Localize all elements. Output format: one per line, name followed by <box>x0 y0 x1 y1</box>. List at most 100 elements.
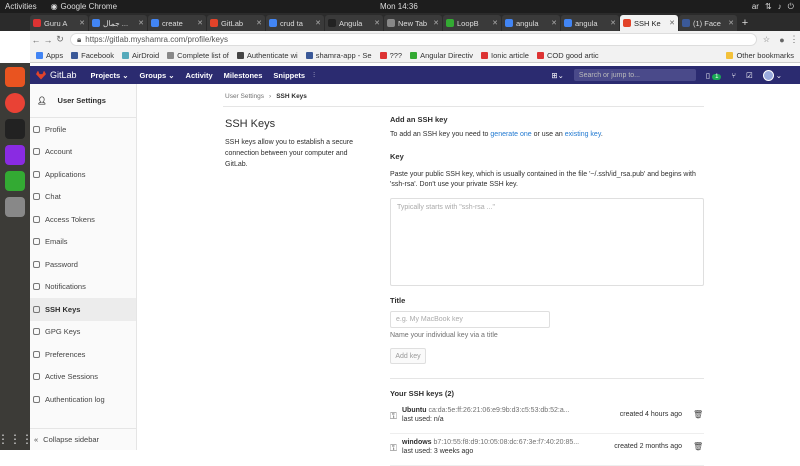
profile-icon[interactable]: ● <box>776 35 788 45</box>
merge-requests-icon[interactable]: ⑂ <box>731 71 736 80</box>
forward-icon[interactable]: → <box>42 35 54 45</box>
ubuntu-software-icon[interactable] <box>5 67 25 87</box>
show-apps-icon[interactable]: ⋮⋮⋮ <box>0 432 33 446</box>
close-tab-icon[interactable]: ✕ <box>138 19 144 27</box>
phpstorm-icon[interactable] <box>5 145 25 165</box>
ssh-key-row[interactable]: ⚿ windows b7:10:55:f8:d9:10:05:08:dc:67:3… <box>390 434 704 466</box>
tab-3[interactable]: GitLab ✕ <box>207 15 265 31</box>
sidebar-item-chat[interactable]: Chat <box>30 186 136 209</box>
bookmark-7[interactable]: Angular Directiv <box>410 51 473 60</box>
issues-icon[interactable]: ☑ <box>746 71 753 80</box>
sidebar-item-applications[interactable]: Applications <box>30 163 136 186</box>
nav-menu-1[interactable]: Groups ⌄ <box>140 71 175 80</box>
sidebar-item-emails[interactable]: Emails <box>30 231 136 254</box>
bookmark-6[interactable]: ??? <box>379 51 402 60</box>
reload-icon[interactable]: ↻ <box>54 34 66 45</box>
bookmark-2[interactable]: AirDroid <box>122 51 159 60</box>
menu-icon[interactable]: ⋮ <box>788 34 800 45</box>
key-created: created 4 hours ago <box>619 411 682 418</box>
admin-area-icon[interactable]: ⫶ <box>313 70 315 80</box>
sidebar-item-account[interactable]: Account <box>30 141 136 164</box>
close-tab-icon[interactable]: ✕ <box>197 19 203 27</box>
close-tab-icon[interactable]: ✕ <box>256 19 262 27</box>
breadcrumb-current[interactable]: SSH Keys <box>276 93 307 100</box>
close-tab-icon[interactable]: ✕ <box>433 19 439 27</box>
close-tab-icon[interactable]: ✕ <box>728 19 734 27</box>
tab-1[interactable]: جمال ... ✕ <box>89 15 147 31</box>
tab-8[interactable]: angula ✕ <box>502 15 560 31</box>
tab-6[interactable]: New Tab ✕ <box>384 15 442 31</box>
existing-key-link[interactable]: existing key <box>565 131 601 138</box>
bookmark-star-icon[interactable]: ☆ <box>763 35 770 44</box>
drive-icon[interactable] <box>5 197 25 217</box>
key-name[interactable]: Ubuntu <box>402 407 427 414</box>
sidebar-item-profile[interactable]: Profile <box>30 118 136 141</box>
sidebar-item-password[interactable]: Password <box>30 253 136 276</box>
bookmark-8[interactable]: Ionic article <box>481 51 529 60</box>
nav-menu-3[interactable]: Milestones <box>224 71 263 80</box>
trash-icon[interactable]: 🗑︎ <box>693 410 703 419</box>
collapse-sidebar-button[interactable]: « Collapse sidebar <box>30 428 137 450</box>
app-menu[interactable]: ◉ Google Chrome <box>51 2 117 11</box>
page-title: SSH Keys <box>225 118 276 130</box>
ssh-key-row[interactable]: ⚿ Ubuntu ca:da:5e:ff:26:21:06:e9:9b:d3:c5… <box>390 402 704 434</box>
bookmark-4[interactable]: Authenticate wi <box>236 51 298 60</box>
bookmark-9[interactable]: COD good artic <box>536 51 599 60</box>
search-input[interactable]: Search or jump to... <box>573 69 696 81</box>
close-tab-icon[interactable]: ✕ <box>315 19 321 27</box>
bookmark-5[interactable]: shamra-app - Se <box>305 51 372 60</box>
sidebar-item-preferences[interactable]: Preferences <box>30 343 136 366</box>
system-tray[interactable]: ar ⇅ ♪ ⏻ <box>752 2 794 12</box>
tab-0[interactable]: Guru A ✕ <box>30 15 88 31</box>
bookmark-1[interactable]: Facebook <box>71 51 114 60</box>
generate-one-link[interactable]: generate one <box>490 131 531 138</box>
bookmark-0[interactable]: Apps <box>36 51 63 60</box>
nav-menu-2[interactable]: Activity <box>186 71 213 80</box>
other-bookmarks[interactable]: Other bookmarks <box>726 51 794 60</box>
breadcrumb-parent[interactable]: User Settings <box>225 93 264 100</box>
sidebar-item-active-sessions[interactable]: Active Sessions <box>30 366 136 389</box>
terminal-icon[interactable] <box>5 119 25 139</box>
close-tab-icon[interactable]: ✕ <box>669 19 675 27</box>
bookmark-3[interactable]: Complete list of <box>167 51 229 60</box>
nav-menu-4[interactable]: Snippets <box>273 71 305 80</box>
tab-10[interactable]: SSH Ke ✕ <box>620 15 678 31</box>
tab-7[interactable]: LoopB ✕ <box>443 15 501 31</box>
sidebar-item-access-tokens[interactable]: Access Tokens <box>30 208 136 231</box>
add-key-button[interactable]: Add key <box>390 348 426 364</box>
activities-button[interactable]: Activities <box>5 2 37 11</box>
close-tab-icon[interactable]: ✕ <box>551 19 557 27</box>
chrome-dock-icon[interactable] <box>5 93 25 113</box>
key-name[interactable]: windows <box>402 439 432 446</box>
sidebar-item-notifications[interactable]: Notifications <box>30 276 136 299</box>
sidebar-item-ssh-keys[interactable]: SSH Keys <box>30 298 136 321</box>
nav-menu-0[interactable]: Projects ⌄ <box>91 71 129 80</box>
user-menu[interactable]: ⌄ <box>762 69 782 81</box>
key-last-used: last used: n/a <box>402 416 444 423</box>
todos-icon[interactable]: ▯ 1 <box>706 71 722 80</box>
sidebar-item-gpg-keys[interactable]: GPG Keys <box>30 321 136 344</box>
title-input[interactable] <box>390 311 550 328</box>
close-tab-icon[interactable]: ✕ <box>79 19 85 27</box>
gitlab-logo[interactable]: GitLab <box>36 70 77 80</box>
clock[interactable]: Mon 14:36 <box>380 2 418 11</box>
back-icon[interactable]: ← <box>30 35 42 45</box>
android-studio-icon[interactable] <box>5 171 25 191</box>
plus-dropdown-icon[interactable]: ⊞⌄ <box>551 71 564 80</box>
tab-5[interactable]: Angula ✕ <box>325 15 383 31</box>
key-textarea[interactable] <box>390 198 704 286</box>
sidebar-item-authentication-log[interactable]: Authentication log <box>30 388 136 411</box>
tab-4[interactable]: crud ta ✕ <box>266 15 324 31</box>
sidebar-header[interactable]: 👤︎ User Settings <box>30 84 136 118</box>
close-tab-icon[interactable]: ✕ <box>374 19 380 27</box>
trash-icon[interactable]: 🗑︎ <box>693 442 703 451</box>
new-tab-button[interactable]: + <box>738 15 752 31</box>
tab-label: LoopB <box>457 18 479 28</box>
close-tab-icon[interactable]: ✕ <box>492 19 498 27</box>
url-input[interactable]: 🔒︎ https://gitlab.myshamra.com/profile/k… <box>70 33 757 46</box>
favicon-icon <box>151 19 159 27</box>
close-tab-icon[interactable]: ✕ <box>610 19 616 27</box>
tab-11[interactable]: (1) Face ✕ <box>679 15 737 31</box>
tab-2[interactable]: create ✕ <box>148 15 206 31</box>
tab-9[interactable]: angula ✕ <box>561 15 619 31</box>
